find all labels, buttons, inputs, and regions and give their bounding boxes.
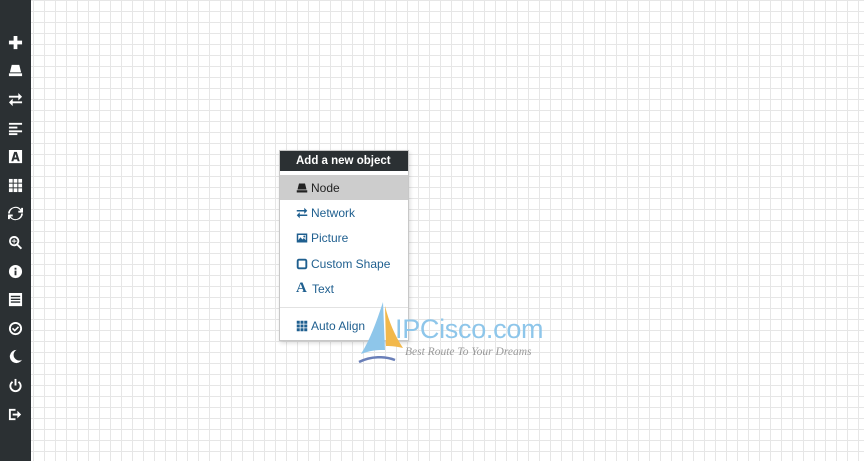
menu-item-label: Picture — [311, 231, 349, 246]
menu-item-picture[interactable]: Picture — [280, 226, 408, 251]
node-icon — [296, 182, 309, 194]
refresh-button[interactable] — [0, 200, 31, 229]
menu-item-custom-shape[interactable]: Custom Shape — [280, 251, 408, 276]
menu-item-node[interactable]: Node — [280, 175, 408, 201]
text-objects-button[interactable] — [0, 142, 31, 171]
watermark-title: IPCisco.com — [395, 314, 544, 344]
check-circle-icon — [8, 321, 23, 335]
add-object-button[interactable] — [0, 28, 31, 57]
status-button[interactable] — [0, 257, 31, 286]
network-icon — [296, 207, 309, 219]
grid-icon — [8, 178, 23, 192]
configured-objects-button[interactable] — [0, 171, 31, 200]
moon-icon — [9, 350, 23, 364]
networks-button[interactable] — [0, 85, 31, 114]
list-icon — [8, 293, 23, 307]
logout-icon — [8, 408, 22, 420]
network-icon — [8, 92, 23, 107]
menu-item-label: Text — [312, 281, 335, 296]
nodes-button[interactable] — [0, 57, 31, 86]
zoom-icon — [9, 235, 23, 250]
sidebar-toolbar — [0, 0, 31, 461]
startup-configs-button[interactable] — [0, 114, 31, 143]
plus-icon — [8, 35, 23, 49]
node-icon — [8, 65, 23, 77]
menu-item-label: Node — [311, 180, 340, 195]
zoom-button[interactable] — [0, 228, 31, 257]
grid-icon — [296, 320, 309, 332]
text-icon — [8, 150, 23, 164]
menu-item-text[interactable]: A Text — [280, 276, 408, 301]
picture-icon — [296, 232, 309, 244]
logout-button[interactable] — [0, 400, 31, 429]
align-left-icon — [8, 122, 23, 135]
text-icon: A — [296, 280, 307, 297]
info-icon — [8, 264, 23, 278]
lab-details-button[interactable] — [0, 285, 31, 314]
menu-title: Add a new object — [280, 151, 408, 171]
lock-lab-button[interactable] — [0, 314, 31, 343]
custom-shape-icon — [296, 258, 309, 270]
menu-item-network[interactable]: Network — [280, 200, 408, 225]
refresh-icon — [8, 207, 23, 221]
watermark-tagline: Best Route To Your Dreams — [405, 346, 532, 358]
power-icon — [9, 378, 22, 393]
dark-mode-button[interactable] — [0, 343, 31, 372]
menu-item-label: Network — [311, 205, 356, 220]
menu-item-label: Custom Shape — [311, 256, 391, 271]
close-lab-button[interactable] — [0, 371, 31, 400]
watermark: IPCisco.com Best Route To Your Dreams — [357, 300, 557, 370]
